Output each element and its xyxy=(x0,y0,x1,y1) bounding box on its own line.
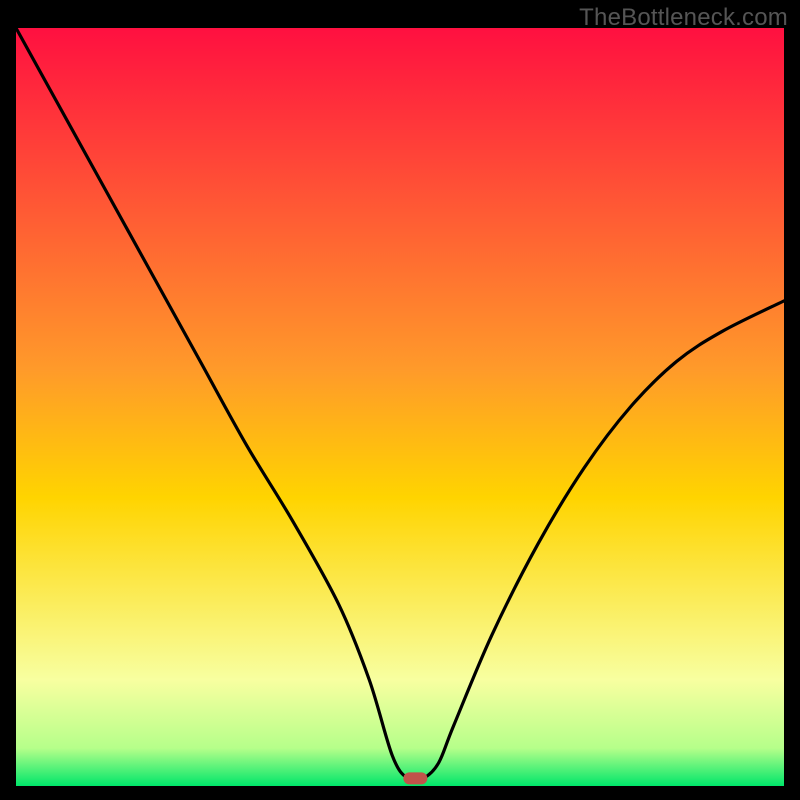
chart-svg xyxy=(16,28,784,786)
chart-background xyxy=(16,28,784,786)
watermark-text: TheBottleneck.com xyxy=(579,4,788,32)
chart-plot-area xyxy=(16,28,784,786)
chart-frame: TheBottleneck.com xyxy=(0,0,800,800)
chart-marker xyxy=(403,772,427,784)
